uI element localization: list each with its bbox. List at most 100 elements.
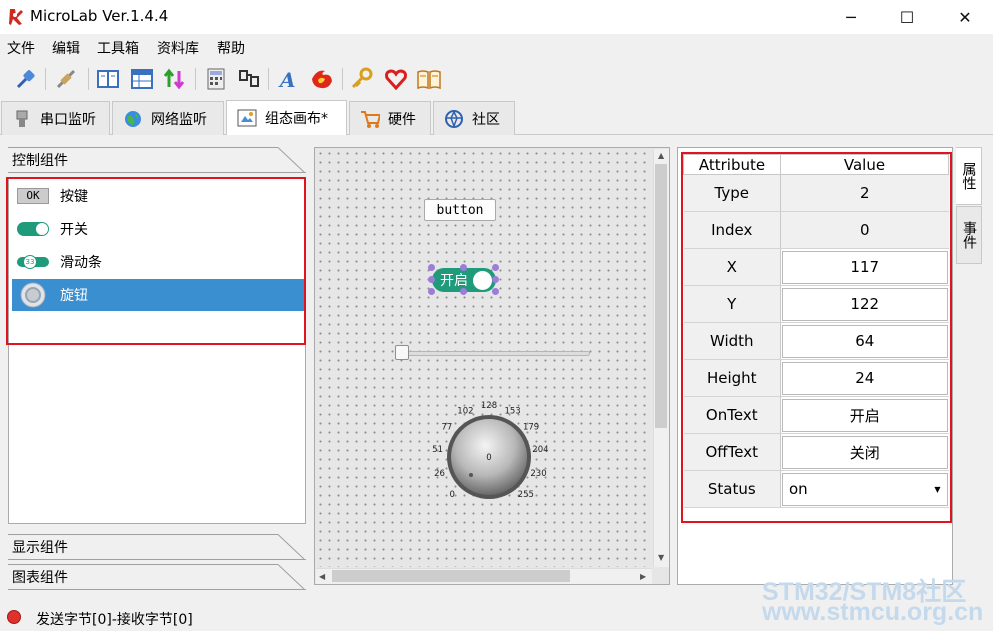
resize-handle[interactable] [428, 276, 435, 283]
prop-key-status: Status [683, 470, 781, 508]
table-row: X 117 [683, 248, 949, 286]
table-view-icon[interactable] [128, 65, 156, 93]
calculator-icon[interactable] [202, 65, 230, 93]
prop-key-type: Type [683, 174, 781, 212]
resize-handle[interactable] [492, 276, 499, 283]
table-row: Index 0 [683, 211, 949, 249]
prop-input-y[interactable]: 122 [782, 287, 948, 321]
canvas-knob-widget[interactable]: 0 0 26 51 77 102 128 153179 204 230 255 [420, 392, 560, 502]
font-icon[interactable]: A [275, 65, 303, 93]
knob-tick-label: 102 [457, 407, 473, 417]
prop-input-x[interactable]: 117 [782, 250, 948, 284]
property-table: Attribute Value Type 2 Index 0 X 117 Y 1… [683, 154, 949, 508]
switch-knob [473, 271, 492, 290]
knob-tick-label: 230 [530, 469, 546, 479]
prop-input-ontext[interactable]: 开启 [782, 398, 948, 432]
close-button[interactable]: ✕ [938, 0, 992, 34]
menu-toolbox[interactable]: 工具箱 [97, 38, 139, 58]
svg-text:A: A [278, 68, 296, 91]
maximize-button[interactable]: ☐ [880, 0, 934, 34]
canvas-button-widget[interactable]: button [424, 199, 496, 221]
globe-icon [123, 109, 143, 129]
knob-icon [16, 282, 50, 308]
tab-label: 网络监听 [151, 111, 207, 128]
menu-help[interactable]: 帮助 [217, 38, 245, 58]
toolbar: A [0, 62, 993, 96]
knob-tick-label: 255 [518, 490, 534, 500]
knob-tick-label: 204 [532, 445, 548, 455]
prop-select-status[interactable]: on ▼ [782, 472, 948, 506]
plug-icon[interactable] [235, 65, 263, 93]
header-value: Value [780, 154, 949, 175]
community-icon [444, 109, 464, 129]
menu-file[interactable]: 文件 [7, 38, 35, 58]
prop-key-x: X [683, 248, 781, 286]
section-header-display[interactable]: 显示组件 [8, 534, 306, 560]
canvas-slider-thumb[interactable] [395, 345, 409, 360]
status-text: 发送字节[0]-接收字节[0] [36, 612, 193, 628]
connect-icon[interactable] [12, 65, 40, 93]
window-title: MicroLab Ver.1.4.4 [30, 7, 169, 25]
knob-tick-label: 179 [523, 422, 539, 432]
minimize-button[interactable]: ─ [824, 0, 878, 34]
split-view-icon[interactable] [94, 65, 122, 93]
sort-icon[interactable] [160, 65, 188, 93]
menu-bar: 文件 编辑 工具箱 资料库 帮助 [0, 36, 993, 60]
vertical-scroll-thumb[interactable] [655, 164, 667, 428]
knob-indicator [469, 473, 473, 477]
ok-button-icon: OK [16, 185, 50, 207]
prop-key-width: Width [683, 322, 781, 360]
tab-community[interactable]: 社区 [433, 101, 515, 135]
book-icon[interactable] [415, 65, 443, 93]
slider-icon: 33 [16, 251, 50, 273]
list-item-slider[interactable]: 33 滑动条 [12, 246, 304, 278]
prop-input-width[interactable]: 64 [782, 324, 948, 358]
disconnect-icon[interactable] [52, 65, 80, 93]
list-item-button[interactable]: OK 按键 [12, 180, 304, 212]
tab-hardware[interactable]: 硬件 [349, 101, 431, 135]
resize-handle[interactable] [460, 288, 467, 295]
heart-icon[interactable] [382, 65, 410, 93]
side-tab-properties[interactable]: 属性 [956, 147, 982, 205]
header-attribute: Attribute [683, 154, 781, 175]
resize-handle[interactable] [492, 288, 499, 295]
tab-bar: 串口监听 网络监听 组态画布* 硬件 社区 [0, 99, 993, 135]
cart-icon [360, 109, 380, 129]
table-row: Height 24 [683, 359, 949, 397]
status-led-icon [7, 610, 21, 624]
flame-icon[interactable] [308, 65, 336, 93]
menu-edit[interactable]: 编辑 [52, 38, 80, 58]
tab-config-canvas[interactable]: 组态画布* [226, 100, 347, 135]
resize-handle[interactable] [492, 264, 499, 271]
prop-value-type: 2 [781, 175, 949, 211]
list-item-switch[interactable]: 开关 [12, 213, 304, 245]
tab-serial-monitor[interactable]: 串口监听 [1, 101, 110, 135]
side-tab-events[interactable]: 事件 [956, 206, 982, 264]
control-component-list: OK 按键 开关 33 滑动条 旋钮 [8, 178, 306, 524]
prop-input-offtext[interactable]: 关闭 [782, 435, 948, 469]
key-icon[interactable] [348, 65, 376, 93]
tab-network-monitor[interactable]: 网络监听 [112, 101, 224, 135]
menu-library[interactable]: 资料库 [157, 38, 199, 58]
section-header-chart[interactable]: 图表组件 [8, 564, 306, 590]
table-row: Status on ▼ [683, 470, 949, 508]
table-row: OnText 开启 [683, 396, 949, 434]
canvas-icon [237, 108, 257, 128]
tab-label: 串口监听 [40, 111, 96, 128]
prop-value-index: 0 [781, 212, 949, 248]
prop-key-y: Y [683, 285, 781, 323]
prop-input-height[interactable]: 24 [782, 361, 948, 395]
horizontal-scroll-thumb[interactable] [332, 570, 570, 582]
list-item-knob[interactable]: 旋钮 [12, 279, 304, 311]
knob-tick-label: 51 [432, 445, 443, 455]
table-row: Width 64 [683, 322, 949, 360]
prop-key-offtext: OffText [683, 433, 781, 471]
resize-handle[interactable] [460, 264, 467, 271]
resize-handle[interactable] [428, 264, 435, 271]
tab-label: 社区 [472, 111, 500, 128]
tab-label: 组态画布* [265, 111, 328, 127]
section-header-control[interactable]: 控制组件 [8, 147, 306, 173]
prop-key-height: Height [683, 359, 781, 397]
resize-handle[interactable] [428, 288, 435, 295]
canvas-slider-track[interactable] [404, 351, 590, 356]
